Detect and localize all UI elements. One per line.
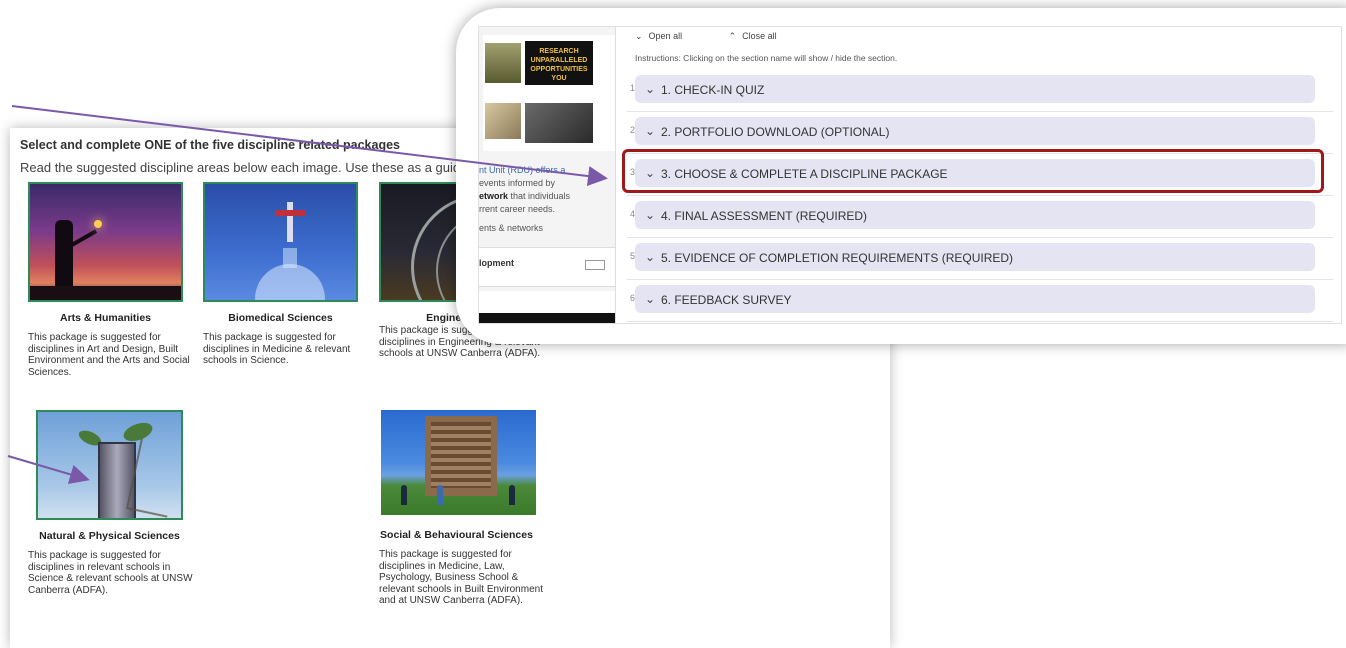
package-description: This package is suggested for discipline… <box>203 332 351 366</box>
section-number: 1 <box>629 83 635 93</box>
promo-thumb <box>485 103 521 139</box>
section-number: 2 <box>629 125 635 135</box>
section-header[interactable]: ⌄ 1. CHECK-IN QUIZ <box>635 75 1315 103</box>
section-label[interactable]: 2. PORTFOLIO DOWNLOAD (OPTIONAL) <box>661 125 889 139</box>
chevron-up-icon: ⌃ <box>728 31 737 41</box>
packages-subtitle: Read the suggested discipline areas belo… <box>20 160 482 175</box>
section-header[interactable]: ⌄ 5. EVIDENCE OF COMPLETION REQUIREMENTS… <box>635 243 1315 271</box>
packages-title: Select and complete ONE of the five disc… <box>20 138 400 152</box>
package-name: Natural & Physical Sciences <box>39 530 180 542</box>
natural-physical-sciences-image[interactable] <box>36 410 183 520</box>
package-arts-humanities[interactable]: Arts & Humanities This package is sugges… <box>28 182 198 378</box>
sidebar-promo[interactable]: RESEARCH UNPARALLELED OPPORTUNITIES YOU <box>483 35 615 151</box>
package-description: This package is suggested for discipline… <box>379 549 543 606</box>
close-all-button[interactable]: ⌃ Close all <box>729 31 799 41</box>
course-sections-panel: RESEARCH UNPARALLELED OPPORTUNITIES YOU … <box>456 8 1346 344</box>
promo-thumb <box>485 43 521 83</box>
section-toggles: ⌄ Open all ⌃ Close all <box>635 31 821 42</box>
section-header[interactable]: ⌄ 2. PORTFOLIO DOWNLOAD (OPTIONAL) <box>635 117 1315 145</box>
instructions: Instructions: Clicking on the section na… <box>635 53 898 63</box>
package-social-behavioural-sciences[interactable]: Social & Behavioural Sciences This packa… <box>379 410 549 607</box>
chevron-down-icon: ⌄ <box>645 292 656 306</box>
package-name: Arts & Humanities <box>59 312 152 324</box>
package-name: Social & Behavioural Sciences <box>380 529 533 541</box>
section-header[interactable]: ⌄ 6. FEEDBACK SURVEY <box>635 285 1315 313</box>
package-description: This package is suggested for discipline… <box>28 332 190 378</box>
arts-humanities-image[interactable] <box>28 182 183 302</box>
package-name: Biomedical Sciences <box>228 312 333 324</box>
sidebar-banner[interactable] <box>479 291 615 323</box>
section-number: 6 <box>629 293 635 303</box>
sidebar: RESEARCH UNPARALLELED OPPORTUNITIES YOU … <box>479 27 616 323</box>
section-row: 1 ⌄ 1. CHECK-IN QUIZ <box>627 69 1333 112</box>
promo-thumb <box>525 103 593 143</box>
block-controls-icon[interactable] <box>585 260 605 270</box>
section-header[interactable]: ⌄ 4. FINAL ASSESSMENT (REQUIRED) <box>635 201 1315 229</box>
package-natural-physical-sciences[interactable]: Natural & Physical Sciences This package… <box>28 410 206 596</box>
section-highlight-box <box>622 149 1324 193</box>
chevron-down-icon: ⌄ <box>645 124 656 138</box>
open-all-button[interactable]: ⌄ Open all <box>635 31 704 41</box>
section-row: 4 ⌄ 4. FINAL ASSESSMENT (REQUIRED) <box>627 195 1333 238</box>
sidebar-block-title: lopment <box>479 258 514 268</box>
section-label[interactable]: 4. FINAL ASSESSMENT (REQUIRED) <box>661 209 867 223</box>
section-number: 5 <box>629 251 635 261</box>
sidebar-text: nt Unit (RDU) offers a <box>479 165 566 175</box>
section-row: 6 ⌄ 6. FEEDBACK SURVEY <box>627 279 1333 322</box>
package-biomedical-sciences[interactable]: Biomedical Sciences This package is sugg… <box>203 182 373 367</box>
sidebar-link[interactable]: ents & networks <box>479 223 543 233</box>
sidebar-text: events informed by <box>479 178 556 188</box>
sidebar-text: etwork that individuals <box>479 191 571 201</box>
chevron-down-icon: ⌄ <box>635 31 643 41</box>
section-row: 5 ⌄ 5. EVIDENCE OF COMPLETION REQUIREMEN… <box>627 237 1333 280</box>
sidebar-text: rrent career needs. <box>479 204 556 214</box>
social-behavioural-sciences-image[interactable] <box>381 410 536 515</box>
chevron-down-icon: ⌄ <box>645 250 656 264</box>
section-number: 4 <box>629 209 635 219</box>
section-label[interactable]: 1. CHECK-IN QUIZ <box>661 83 764 97</box>
package-description: This package is suggested for discipline… <box>28 550 193 596</box>
chevron-down-icon: ⌄ <box>645 82 656 96</box>
chevron-down-icon: ⌄ <box>645 208 656 222</box>
section-label[interactable]: 5. EVIDENCE OF COMPLETION REQUIREMENTS (… <box>661 251 1013 265</box>
biomedical-sciences-image[interactable] <box>203 182 358 302</box>
sidebar-block: lopment <box>479 247 615 287</box>
research-banner: RESEARCH UNPARALLELED OPPORTUNITIES YOU <box>525 41 593 85</box>
section-label[interactable]: 6. FEEDBACK SURVEY <box>661 293 792 307</box>
section-row: 2 ⌄ 2. PORTFOLIO DOWNLOAD (OPTIONAL) <box>627 111 1333 154</box>
